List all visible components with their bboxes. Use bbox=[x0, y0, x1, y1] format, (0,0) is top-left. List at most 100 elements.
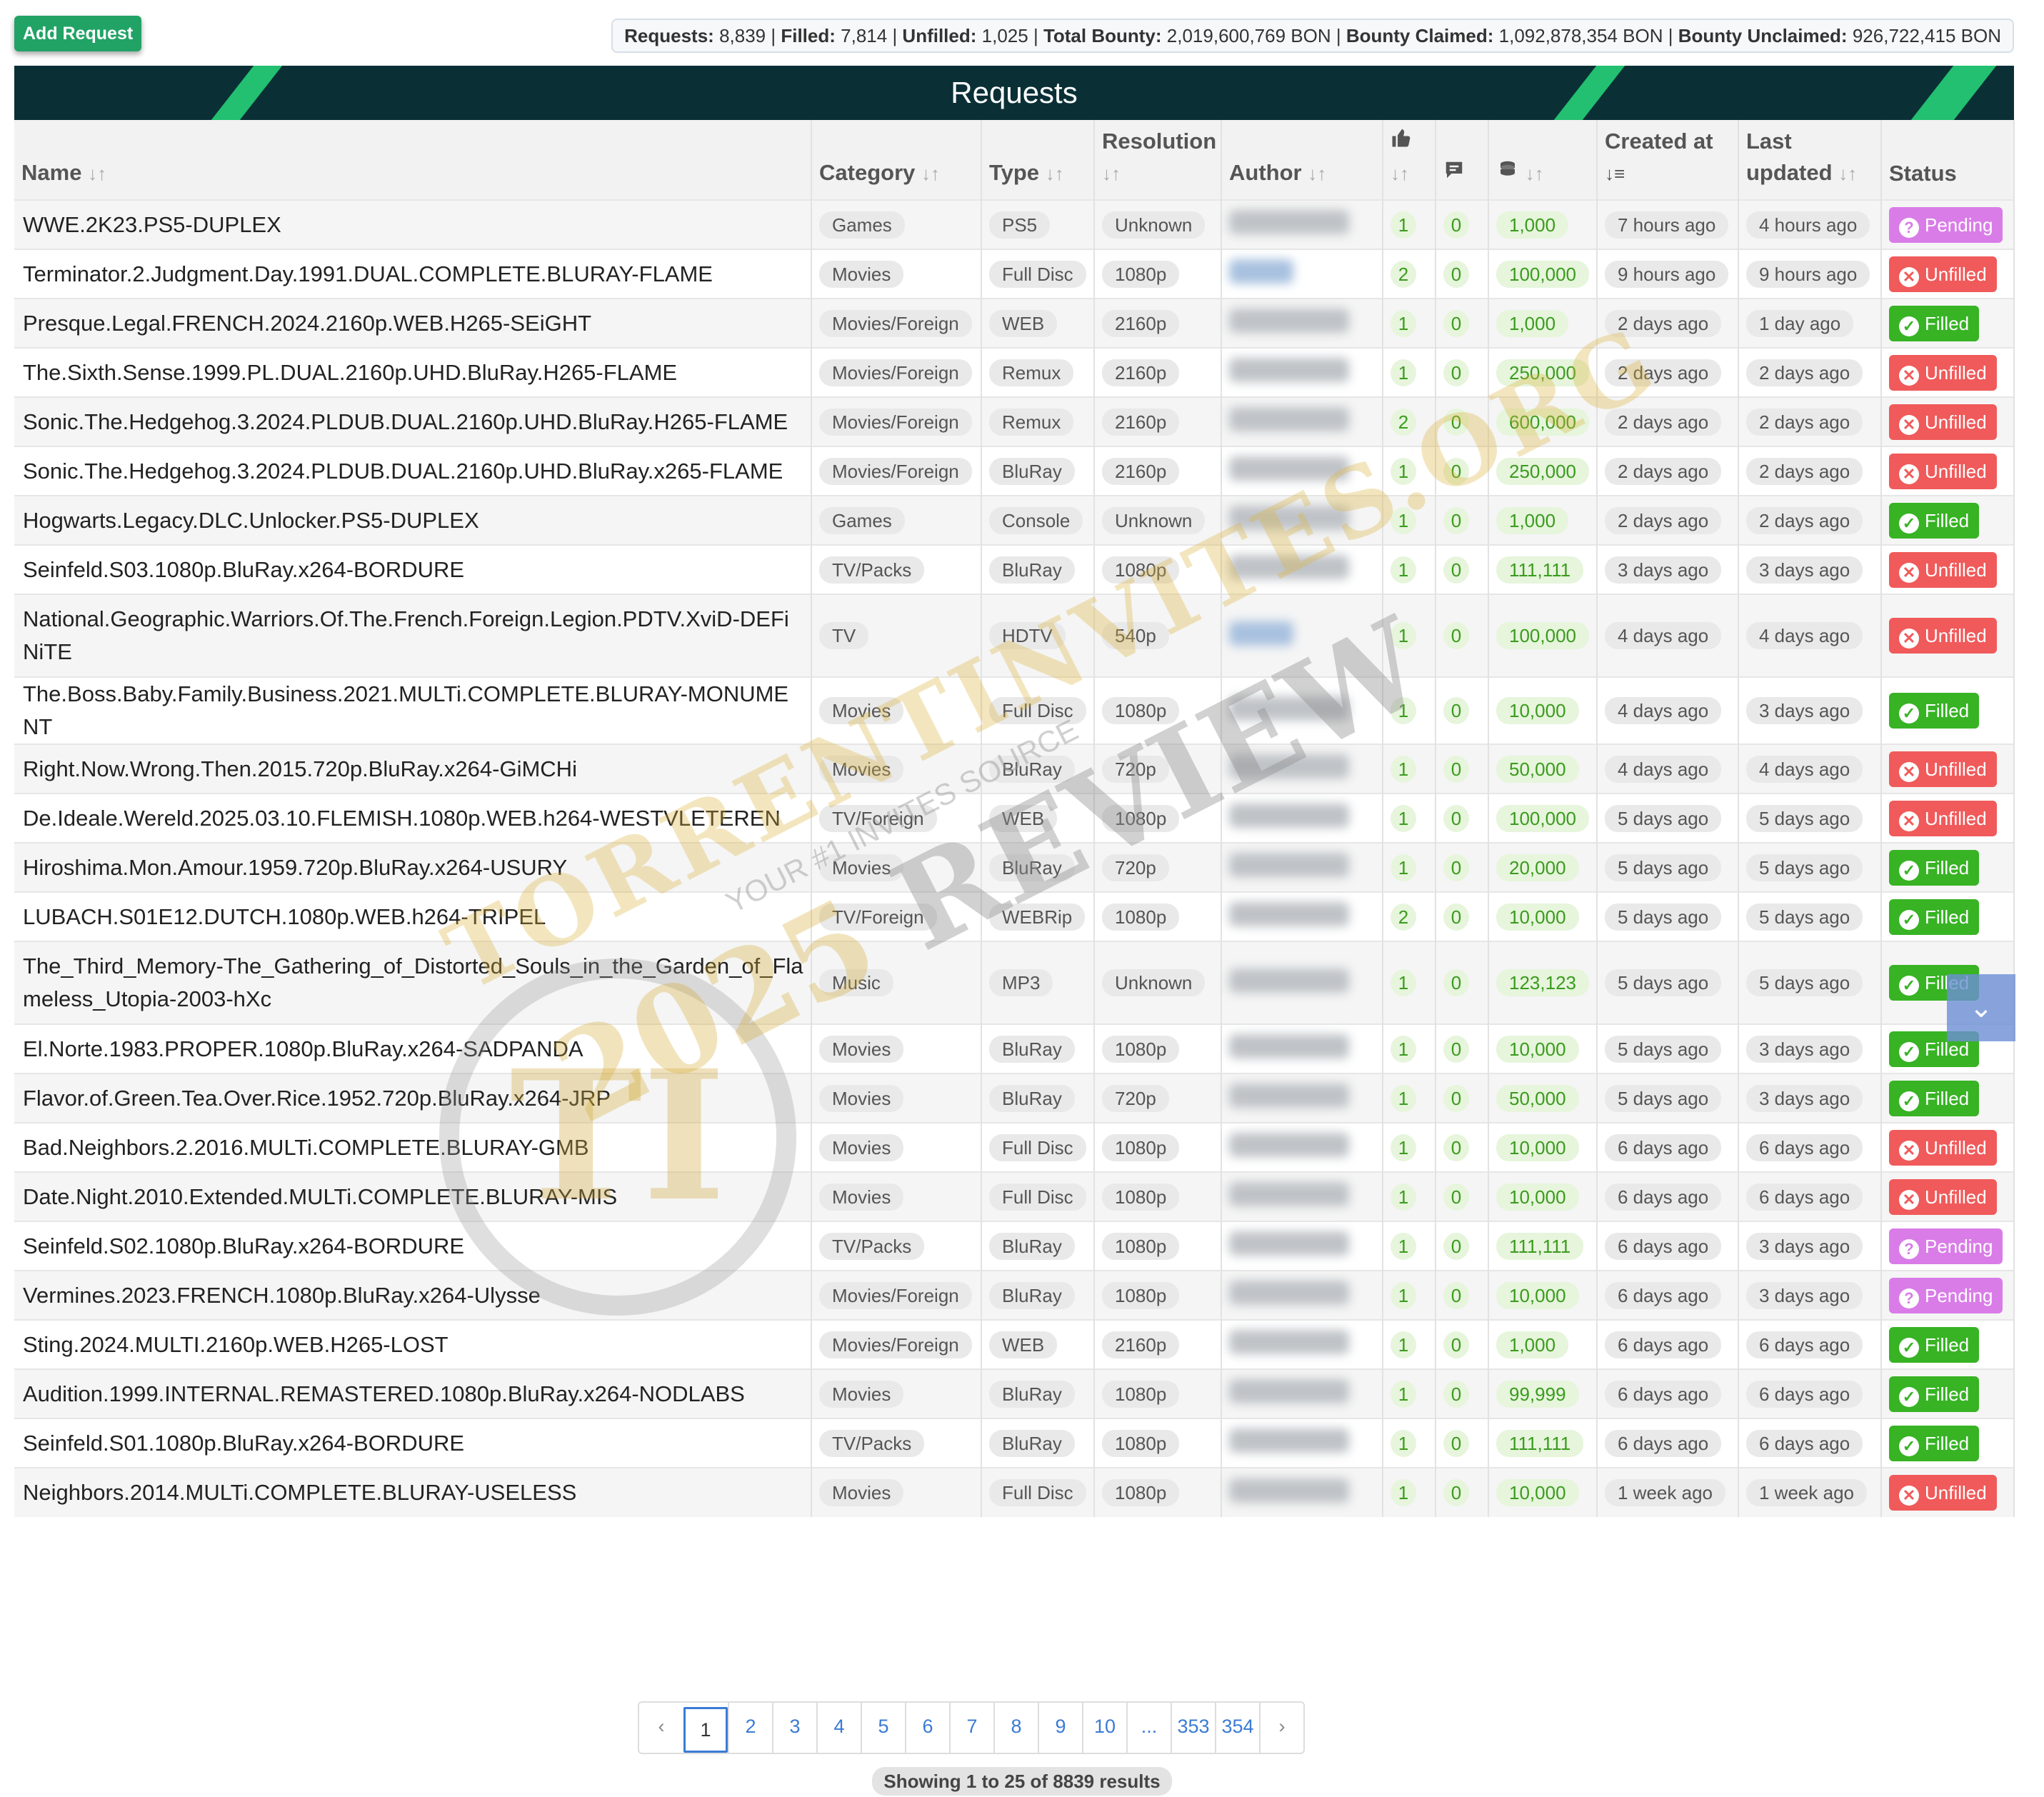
created-cell: 2 days ago bbox=[1597, 396, 1739, 446]
col-name[interactable]: Name ↓↑ bbox=[14, 120, 812, 200]
col-resolution[interactable]: Resolution ↓↑ bbox=[1094, 120, 1222, 200]
bounty-badge: 1,000 bbox=[1496, 1331, 1569, 1358]
comment-icon bbox=[1446, 161, 1463, 179]
updated-cell: 6 days ago bbox=[1738, 1171, 1882, 1221]
category-cell: Movies/Foreign bbox=[811, 298, 982, 348]
col-category[interactable]: Category ↓↑ bbox=[811, 120, 982, 200]
created-badge: 5 days ago bbox=[1605, 804, 1722, 832]
page-link[interactable]: 7 bbox=[949, 1703, 993, 1753]
request-name-link[interactable]: LUBACH.S01E12.DUTCH.1080p.WEB.h264-TRIPE… bbox=[23, 904, 546, 929]
page-link[interactable]: 8 bbox=[993, 1703, 1038, 1753]
updated-cell: 5 days ago bbox=[1738, 891, 1882, 941]
status-label: Unfilled bbox=[1925, 758, 1987, 780]
updated-badge: 3 days ago bbox=[1746, 1035, 1863, 1063]
created-cell: 5 days ago bbox=[1597, 1073, 1739, 1123]
type-badge: Remux bbox=[989, 408, 1074, 436]
request-name-cell: Seinfeld.S01.1080p.BluRay.x264-BORDURE bbox=[14, 1418, 812, 1468]
request-name-link[interactable]: Neighbors.2014.MULTi.COMPLETE.BLURAY-USE… bbox=[23, 1480, 576, 1505]
request-name-link[interactable]: The.Sixth.Sense.1999.PL.DUAL.2160p.UHD.B… bbox=[23, 360, 677, 385]
updated-badge: 3 days ago bbox=[1746, 1281, 1863, 1309]
comments-badge: 0 bbox=[1443, 211, 1469, 239]
request-name-link[interactable]: WWE.2K23.PS5-DUPLEX bbox=[23, 212, 281, 237]
request-name-link[interactable]: The.Boss.Baby.Family.Business.2021.MULTi… bbox=[23, 681, 788, 739]
request-name-link[interactable]: De.Ideale.Wereld.2025.03.10.FLEMISH.1080… bbox=[23, 806, 781, 831]
scroll-top-icon[interactable]: ⌄ bbox=[1947, 974, 2015, 1041]
status-badge: ✕ Unfilled bbox=[1889, 354, 1997, 391]
page-link[interactable]: 2 bbox=[728, 1703, 772, 1753]
type-cell: Remux bbox=[981, 396, 1095, 446]
request-name-link[interactable]: Seinfeld.S02.1080p.BluRay.x264-BORDURE bbox=[23, 1233, 464, 1258]
add-request-button[interactable]: Add Request bbox=[14, 16, 142, 51]
page-link[interactable]: 6 bbox=[905, 1703, 949, 1753]
request-name-link[interactable]: Presque.Legal.FRENCH.2024.2160p.WEB.H265… bbox=[23, 311, 591, 336]
request-name-link[interactable]: National.Geographic.Warriors.Of.The.Fren… bbox=[23, 606, 789, 664]
status-label: Filled bbox=[1925, 1333, 1970, 1356]
col-bounty[interactable]: ↓↑ bbox=[1488, 120, 1598, 200]
request-name-link[interactable]: Seinfeld.S03.1080p.BluRay.x264-BORDURE bbox=[23, 557, 464, 582]
prev-page-button[interactable]: ‹ bbox=[639, 1703, 683, 1753]
page-link[interactable]: 354 bbox=[1215, 1703, 1259, 1753]
request-name-link[interactable]: Right.Now.Wrong.Then.2015.720p.BluRay.x2… bbox=[23, 756, 577, 781]
col-created[interactable]: Created at ↓≡ bbox=[1597, 120, 1739, 200]
status-badge: ✕ Unfilled bbox=[1889, 1475, 1997, 1511]
page-link[interactable]: 9 bbox=[1038, 1703, 1082, 1753]
author-cell bbox=[1221, 396, 1383, 446]
page-link[interactable]: 10 bbox=[1082, 1703, 1126, 1753]
created-cell: 2 days ago bbox=[1597, 495, 1739, 545]
page-link[interactable]: 5 bbox=[861, 1703, 905, 1753]
votes-badge: 1 bbox=[1391, 506, 1416, 534]
page-link[interactable]: 353 bbox=[1171, 1703, 1215, 1753]
col-type[interactable]: Type ↓↑ bbox=[981, 120, 1095, 200]
votes-cell: 1 bbox=[1383, 495, 1436, 545]
request-name-link[interactable]: Sonic.The.Hedgehog.3.2024.PLDUB.DUAL.216… bbox=[23, 409, 788, 434]
filled-icon: ✓ bbox=[1899, 1091, 1919, 1111]
category-badge: Movies bbox=[819, 260, 904, 288]
comments-badge: 0 bbox=[1443, 622, 1469, 649]
author-redacted bbox=[1229, 309, 1349, 333]
request-name-link[interactable]: Seinfeld.S01.1080p.BluRay.x264-BORDURE bbox=[23, 1431, 464, 1456]
resolution-cell: 2160p bbox=[1094, 396, 1222, 446]
request-name-link[interactable]: Vermines.2023.FRENCH.1080p.BluRay.x264-U… bbox=[23, 1283, 541, 1308]
bounty-cell: 100,000 bbox=[1488, 793, 1598, 843]
author-cell bbox=[1221, 1319, 1383, 1369]
type-badge: WEB bbox=[989, 1331, 1058, 1358]
unfilled-icon: ✕ bbox=[1899, 811, 1919, 831]
votes-badge: 1 bbox=[1391, 211, 1416, 239]
status-badge: ✕ Unfilled bbox=[1889, 1178, 1997, 1215]
request-name-link[interactable]: Sonic.The.Hedgehog.3.2024.PLDUB.DUAL.216… bbox=[23, 459, 783, 484]
request-name-cell: Sting.2024.MULTI.2160p.WEB.H265-LOST bbox=[14, 1319, 812, 1369]
request-name-link[interactable]: Sting.2024.MULTI.2160p.WEB.H265-LOST bbox=[23, 1332, 449, 1357]
page-link[interactable]: 3 bbox=[772, 1703, 816, 1753]
col-votes[interactable]: ↓↑ bbox=[1383, 120, 1436, 200]
request-name-link[interactable]: Terminator.2.Judgment.Day.1991.DUAL.COMP… bbox=[23, 261, 713, 286]
next-page-button[interactable]: › bbox=[1259, 1703, 1303, 1753]
comments-badge: 0 bbox=[1443, 1331, 1469, 1358]
created-badge: 6 days ago bbox=[1605, 1331, 1722, 1358]
status-label: Unfilled bbox=[1925, 460, 1987, 482]
author-cell bbox=[1221, 446, 1383, 496]
page-link[interactable]: 1 bbox=[683, 1707, 728, 1753]
stat-label: Bounty Claimed: bbox=[1346, 25, 1494, 46]
type-badge: WEBRip bbox=[989, 903, 1086, 931]
request-name-link[interactable]: Audition.1999.INTERNAL.REMASTERED.1080p.… bbox=[23, 1381, 745, 1406]
type-cell: BluRay bbox=[981, 744, 1095, 794]
page-link[interactable]: 4 bbox=[816, 1703, 861, 1753]
votes-cell: 1 bbox=[1383, 676, 1436, 744]
table-row: Bad.Neighbors.2.2016.MULTi.COMPLETE.BLUR… bbox=[14, 1122, 2015, 1172]
col-comments[interactable] bbox=[1436, 120, 1489, 200]
category-cell: TV bbox=[811, 594, 982, 677]
category-cell: Games bbox=[811, 199, 982, 249]
updated-badge: 5 days ago bbox=[1746, 903, 1863, 931]
updated-cell: 1 week ago bbox=[1738, 1467, 1882, 1517]
table-row: Seinfeld.S03.1080p.BluRay.x264-BORDURE TV… bbox=[14, 544, 2015, 594]
request-name-link[interactable]: Hogwarts.Legacy.DLC.Unlocker.PS5-DUPLEX bbox=[23, 508, 479, 533]
stat-label: Total Bounty: bbox=[1043, 25, 1162, 46]
type-badge: PS5 bbox=[989, 211, 1051, 239]
col-author[interactable]: Author ↓↑ bbox=[1221, 120, 1383, 200]
col-updated[interactable]: Last updated ↓↑ bbox=[1738, 120, 1882, 200]
comments-badge: 0 bbox=[1443, 359, 1469, 386]
type-badge: BluRay bbox=[989, 854, 1075, 881]
category-badge: Movies bbox=[819, 1479, 904, 1506]
request-name-link[interactable]: Hiroshima.Mon.Amour.1959.720p.BluRay.x26… bbox=[23, 855, 567, 880]
pagination-ellipsis[interactable]: ... bbox=[1126, 1703, 1171, 1753]
